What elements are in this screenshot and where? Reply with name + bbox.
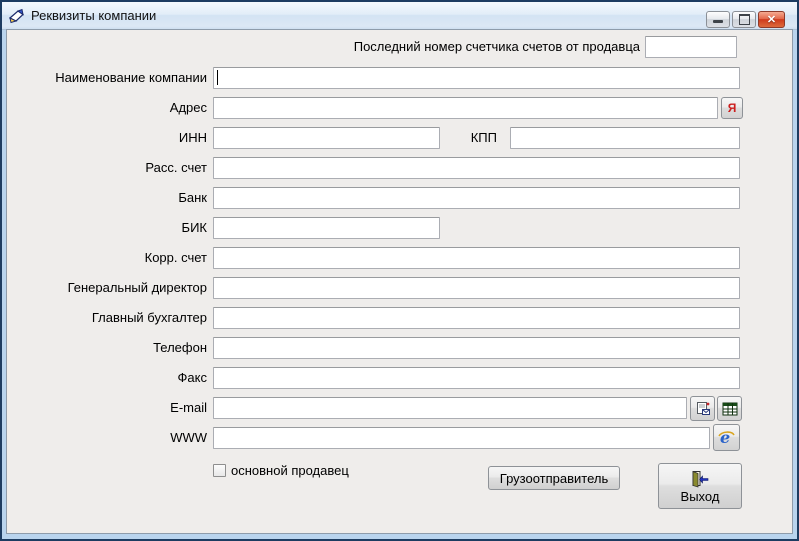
- phone-input[interactable]: [213, 337, 740, 359]
- inn-input[interactable]: [213, 127, 440, 149]
- chief-accountant-label: Главный бухгалтер: [91, 310, 207, 325]
- settlement-account-label: Расс. счет: [145, 160, 207, 175]
- bank-input[interactable]: [213, 187, 740, 209]
- exit-door-icon: [692, 470, 709, 488]
- title-bar[interactable]: Реквизиты компании ✕: [2, 2, 797, 30]
- kpp-label: КПП: [470, 130, 497, 145]
- minimize-button[interactable]: [706, 11, 730, 28]
- exit-button-label: Выход: [680, 488, 720, 504]
- main-seller-checkbox[interactable]: [213, 464, 226, 477]
- address-table-icon: [722, 402, 737, 415]
- seller-counter-label: Последний номер счетчика счетов от прода…: [353, 39, 640, 54]
- dialog-window: Реквизиты компании ✕ Последний номер сче…: [0, 0, 799, 541]
- inn-label: ИНН: [178, 130, 207, 145]
- www-label: WWW: [170, 430, 207, 445]
- main-seller-label: основной продавец: [231, 463, 349, 478]
- address-label: Адрес: [169, 100, 207, 115]
- address-table-button[interactable]: [717, 396, 742, 421]
- email-input[interactable]: [213, 397, 687, 419]
- chief-accountant-input[interactable]: [213, 307, 740, 329]
- fax-label: Факс: [177, 370, 207, 385]
- email-label: E-mail: [170, 400, 207, 415]
- consignor-button[interactable]: Грузоотправитель: [488, 466, 620, 490]
- phone-label: Телефон: [153, 340, 207, 355]
- yandex-icon: Я: [727, 101, 737, 115]
- close-icon: ✕: [766, 14, 777, 26]
- corr-account-input[interactable]: [213, 247, 740, 269]
- bik-input[interactable]: [213, 217, 440, 239]
- settlement-account-input[interactable]: [213, 157, 740, 179]
- open-browser-button[interactable]: e: [713, 424, 740, 451]
- close-button[interactable]: ✕: [758, 11, 785, 28]
- yandex-lookup-button[interactable]: Я: [721, 97, 743, 119]
- exit-button[interactable]: Выход: [658, 463, 742, 509]
- window-title: Реквизиты компании: [31, 8, 157, 23]
- company-name-input[interactable]: [213, 67, 740, 89]
- corr-account-label: Корр. счет: [144, 250, 207, 265]
- minimize-icon: [713, 20, 723, 23]
- kpp-input[interactable]: [510, 127, 740, 149]
- general-director-input[interactable]: [213, 277, 740, 299]
- www-input[interactable]: [213, 427, 710, 449]
- signing-hand-icon: [8, 8, 24, 23]
- text-caret: [217, 70, 218, 85]
- svg-text:e: e: [720, 428, 730, 447]
- address-input[interactable]: [213, 97, 718, 119]
- fax-input[interactable]: [213, 367, 740, 389]
- maximize-icon: [738, 14, 750, 25]
- company-name-label: Наименование компании: [55, 70, 207, 85]
- send-email-button[interactable]: [690, 396, 715, 421]
- caption-buttons: ✕: [706, 11, 785, 28]
- maximize-button[interactable]: [732, 11, 756, 28]
- seller-counter-input[interactable]: [645, 36, 737, 58]
- bik-label: БИК: [181, 220, 207, 235]
- form-area: Последний номер счетчика счетов от прода…: [6, 29, 793, 534]
- bank-label: Банк: [178, 190, 207, 205]
- general-director-label: Генеральный директор: [67, 280, 207, 295]
- internet-explorer-icon: e: [718, 428, 735, 447]
- consignor-button-label: Грузоотправитель: [499, 470, 609, 486]
- compose-mail-icon: [696, 401, 710, 415]
